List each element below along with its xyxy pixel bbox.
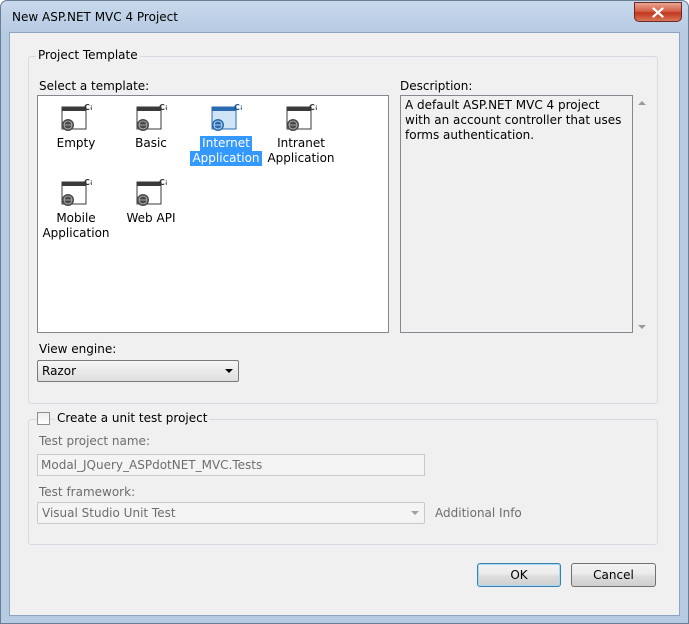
- description-text: A default ASP.NET MVC 4 project with an …: [400, 95, 633, 333]
- template-label-line2: Application: [190, 151, 262, 166]
- template-empty[interactable]: C# Empty: [38, 101, 114, 151]
- test-framework-label: Test framework:: [39, 485, 136, 499]
- description-label: Description:: [400, 79, 473, 93]
- create-unit-test-checkbox[interactable]: [37, 412, 50, 425]
- template-label-line1: Mobile: [56, 211, 96, 225]
- chevron-down-icon: [411, 511, 419, 515]
- template-label-line1: Intranet: [277, 136, 325, 150]
- window-title: New ASP.NET MVC 4 Project: [12, 10, 178, 24]
- template-basic[interactable]: C# Basic: [113, 101, 189, 151]
- svg-text:C#: C#: [234, 103, 242, 112]
- project-template-group-title: Project Template: [36, 48, 140, 62]
- csharp-project-icon: C#: [135, 176, 172, 208]
- template-label-line1: Empty: [56, 136, 96, 150]
- csharp-project-icon: C#: [135, 101, 172, 133]
- test-framework-value: Visual Studio Unit Test: [42, 506, 176, 520]
- template-label-line2: Application: [267, 151, 335, 165]
- description-scrollbar[interactable]: [635, 95, 649, 333]
- svg-text:C#: C#: [159, 178, 167, 187]
- test-framework-select[interactable]: Visual Studio Unit Test: [37, 502, 425, 524]
- ok-button[interactable]: OK: [477, 563, 561, 587]
- csharp-project-icon: C#: [285, 101, 322, 133]
- view-engine-value: Razor: [42, 364, 77, 378]
- csharp-project-icon: C#: [60, 176, 97, 208]
- scroll-up-icon[interactable]: [638, 101, 646, 105]
- template-label-line1: Internet: [200, 136, 252, 151]
- additional-info-link[interactable]: Additional Info: [435, 506, 522, 520]
- test-project-name-label: Test project name:: [39, 434, 150, 448]
- svg-text:C#: C#: [309, 103, 317, 112]
- view-engine-label: View engine:: [39, 342, 117, 356]
- template-list[interactable]: C# Empty C#: [37, 95, 389, 333]
- test-project-name-input[interactable]: Modal_JQuery_ASPdotNET_MVC.Tests: [37, 454, 425, 476]
- template-internet-application[interactable]: C# Internet Application: [188, 101, 264, 166]
- dialog-window: New ASP.NET MVC 4 Project Project Templa…: [0, 0, 689, 624]
- cancel-button[interactable]: Cancel: [571, 563, 656, 587]
- svg-text:C#: C#: [84, 178, 92, 187]
- view-engine-select[interactable]: Razor: [37, 360, 239, 382]
- title-bar[interactable]: New ASP.NET MVC 4 Project: [1, 1, 688, 32]
- select-template-label: Select a template:: [39, 79, 150, 93]
- template-intranet-application[interactable]: C# Intranet Application: [263, 101, 339, 166]
- scroll-down-icon[interactable]: [638, 325, 646, 329]
- chevron-down-icon: [225, 369, 233, 373]
- csharp-project-icon: C#: [210, 101, 247, 133]
- csharp-project-icon: C#: [60, 101, 97, 133]
- template-label-line1: Web API: [126, 211, 176, 225]
- create-unit-test-label[interactable]: Create a unit test project: [55, 411, 210, 425]
- svg-text:C#: C#: [159, 103, 167, 112]
- svg-text:C#: C#: [84, 103, 92, 112]
- template-web-api[interactable]: C# Web API: [113, 176, 189, 226]
- close-button[interactable]: [634, 2, 682, 22]
- close-icon: [652, 6, 664, 18]
- dialog-client: Project Template Select a template: C# E…: [9, 32, 680, 616]
- template-label-line1: Basic: [135, 136, 167, 150]
- template-mobile-application[interactable]: C# Mobile Application: [38, 176, 114, 241]
- template-label-line2: Application: [42, 226, 110, 240]
